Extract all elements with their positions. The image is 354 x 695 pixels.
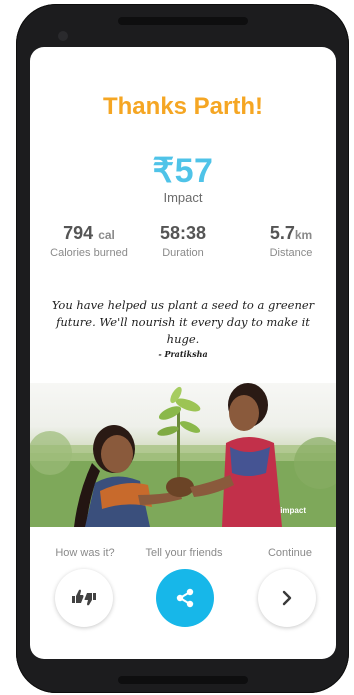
- phone-camera: [58, 31, 68, 41]
- chevron-right-icon: [282, 590, 292, 606]
- calories-stat: 794 cal Calories burned: [44, 223, 134, 259]
- screen: Thanks Parth! ₹57 Impact 794 cal Calorie…: [30, 47, 336, 659]
- rate-button[interactable]: [55, 569, 113, 627]
- bush: [30, 431, 72, 475]
- tell-friends-label: Tell your friends: [145, 547, 223, 559]
- phone-speaker: [118, 17, 248, 25]
- share-icon: [176, 588, 194, 608]
- quote-signature: - Pratiksha: [158, 349, 208, 359]
- calories-value-row: 794 cal: [44, 223, 134, 244]
- grass-edge: [30, 445, 336, 461]
- tree-planting-photo: impact: [30, 383, 336, 527]
- duration-stat: 58:38 Duration: [138, 223, 228, 259]
- distance-unit: km: [294, 228, 313, 242]
- continue-label: Continue: [267, 547, 313, 559]
- distance-value-row: 5.7km: [248, 223, 334, 244]
- impact-label: Impact: [163, 190, 203, 205]
- continue-button[interactable]: [258, 569, 316, 627]
- phone-bottom-speaker: [118, 676, 248, 684]
- thanks-title: Thanks Parth!: [102, 93, 264, 120]
- calories-unit: cal: [98, 228, 115, 242]
- thank-you-quote: You have helped us plant a seed to a gre…: [51, 298, 315, 346]
- how-was-it-label: How was it?: [55, 547, 115, 559]
- duration-label: Duration: [162, 247, 204, 259]
- calories-value: 794: [63, 223, 94, 243]
- distance-label: Distance: [269, 247, 313, 259]
- impact-watermark: impact: [280, 506, 306, 515]
- calories-label: Calories burned: [50, 247, 128, 259]
- impact-amount: ₹57: [152, 152, 214, 190]
- distance-value: 5.7: [269, 223, 295, 243]
- thumbs-up-down-icon: [72, 589, 96, 606]
- duration-value: 58:38: [159, 223, 207, 243]
- share-button[interactable]: [156, 569, 214, 627]
- distance-stat: 5.7km Distance: [248, 223, 334, 259]
